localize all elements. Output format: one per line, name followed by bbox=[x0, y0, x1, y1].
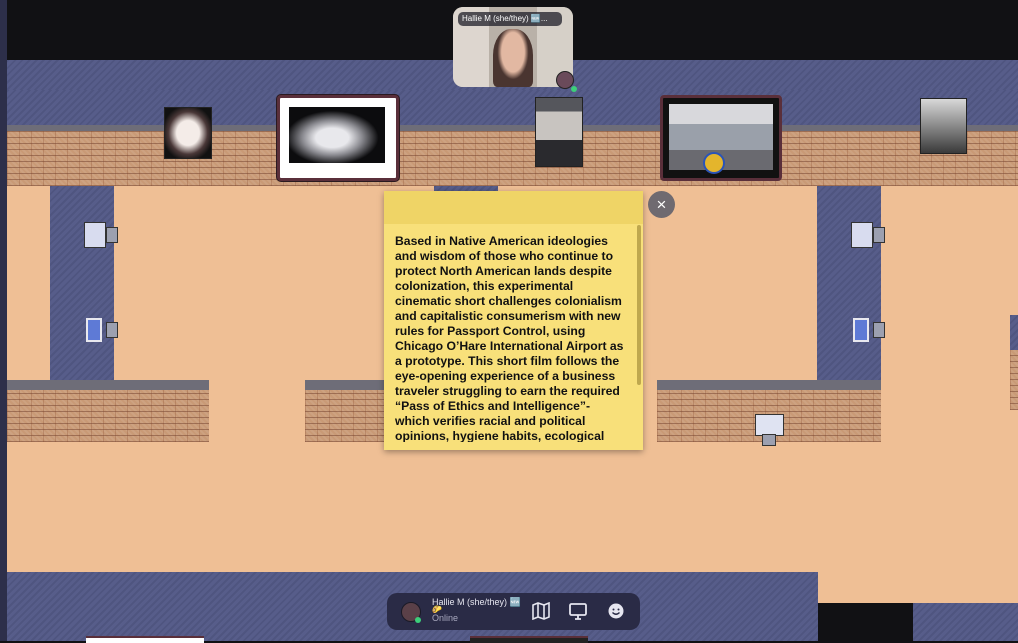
participant-name-label: Hallie M (she/they) 🆕... bbox=[458, 12, 562, 26]
sign-hook-icon bbox=[762, 434, 776, 446]
map-edge bbox=[0, 0, 7, 641]
frame-bottom-center bbox=[470, 636, 588, 643]
note-header bbox=[384, 191, 643, 224]
frame-bottom-left bbox=[86, 636, 204, 643]
floor-bottom-right bbox=[818, 572, 1018, 603]
wall-cap-mid-left bbox=[7, 380, 209, 390]
note-popup[interactable]: Based in Native American ideologies and … bbox=[384, 191, 643, 450]
brick-wall-mid-center bbox=[305, 390, 385, 442]
artwork-cloud-image bbox=[289, 107, 385, 163]
artwork-poster[interactable] bbox=[535, 97, 583, 167]
brick-wall-right-edge bbox=[1010, 350, 1018, 410]
info-sign-right[interactable] bbox=[851, 222, 873, 248]
note-scrollbar[interactable] bbox=[637, 225, 641, 385]
note-text: Based in Native American ideologies and … bbox=[395, 234, 624, 442]
wall-column-right bbox=[817, 186, 881, 381]
blue-panel-right[interactable] bbox=[853, 318, 869, 342]
online-status-dot bbox=[571, 86, 577, 92]
wall-right-edge bbox=[1010, 315, 1018, 350]
wall-cap-mid-center bbox=[305, 380, 385, 390]
sign-hook-icon bbox=[106, 227, 118, 243]
wall-cap-mid-right bbox=[657, 380, 881, 390]
brick-wall-top bbox=[7, 131, 1018, 186]
sign-hook-icon bbox=[873, 322, 885, 338]
document-sign-icon[interactable] bbox=[755, 414, 784, 436]
participant-face bbox=[493, 29, 533, 87]
info-sign-left[interactable] bbox=[84, 222, 106, 248]
online-status-dot bbox=[415, 617, 421, 623]
screen-share-icon[interactable] bbox=[569, 602, 587, 620]
wall-bottom-right bbox=[913, 603, 1018, 641]
artwork-white-sculpture[interactable] bbox=[164, 107, 212, 159]
blue-panel-left[interactable] bbox=[86, 318, 102, 342]
artwork-building-photo[interactable] bbox=[920, 98, 967, 154]
close-note-button[interactable]: × bbox=[648, 191, 675, 218]
user-name[interactable]: Hallie M (she/they) 🆕 bbox=[432, 597, 521, 608]
brick-wall-mid-left bbox=[7, 390, 209, 442]
map-icon[interactable] bbox=[532, 602, 550, 620]
star-badge-icon bbox=[703, 152, 725, 174]
wall-column-left bbox=[50, 186, 114, 381]
sign-hook-icon bbox=[106, 322, 118, 338]
artwork-cloud-frame[interactable] bbox=[277, 95, 399, 181]
artwork-airport-video-frame[interactable] bbox=[660, 95, 782, 181]
user-status: Online bbox=[432, 613, 459, 623]
artwork-airport-video bbox=[669, 104, 773, 174]
wall-top-band-2 bbox=[7, 90, 1018, 125]
emoji-reaction-icon[interactable] bbox=[607, 602, 625, 620]
sign-hook-icon bbox=[873, 227, 885, 243]
